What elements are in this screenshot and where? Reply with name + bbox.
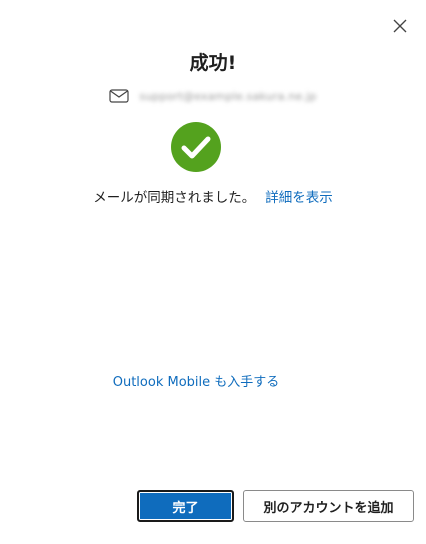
- outlook-mobile-link[interactable]: Outlook Mobile も入手する: [0, 371, 392, 390]
- sync-status: メールが同期されました。 詳細を表示: [0, 186, 426, 206]
- checkmark-circle-icon: [171, 122, 221, 172]
- view-details-link[interactable]: 詳細を表示: [265, 190, 333, 206]
- account-email: support@example.sakura.ne.jp: [139, 89, 317, 103]
- sync-message: メールが同期されました。: [93, 190, 256, 206]
- account-row: support@example.sakura.ne.jp: [0, 88, 426, 104]
- add-another-account-button[interactable]: 別のアカウントを追加: [243, 490, 414, 522]
- done-button[interactable]: 完了: [137, 490, 234, 522]
- close-button[interactable]: [388, 14, 412, 38]
- dialog-title: 成功!: [189, 52, 237, 74]
- close-icon: [393, 19, 407, 33]
- mail-icon: [109, 88, 130, 104]
- success-dialog: 成功! support@example.sakura.ne.jp メールが同期さ…: [0, 0, 426, 544]
